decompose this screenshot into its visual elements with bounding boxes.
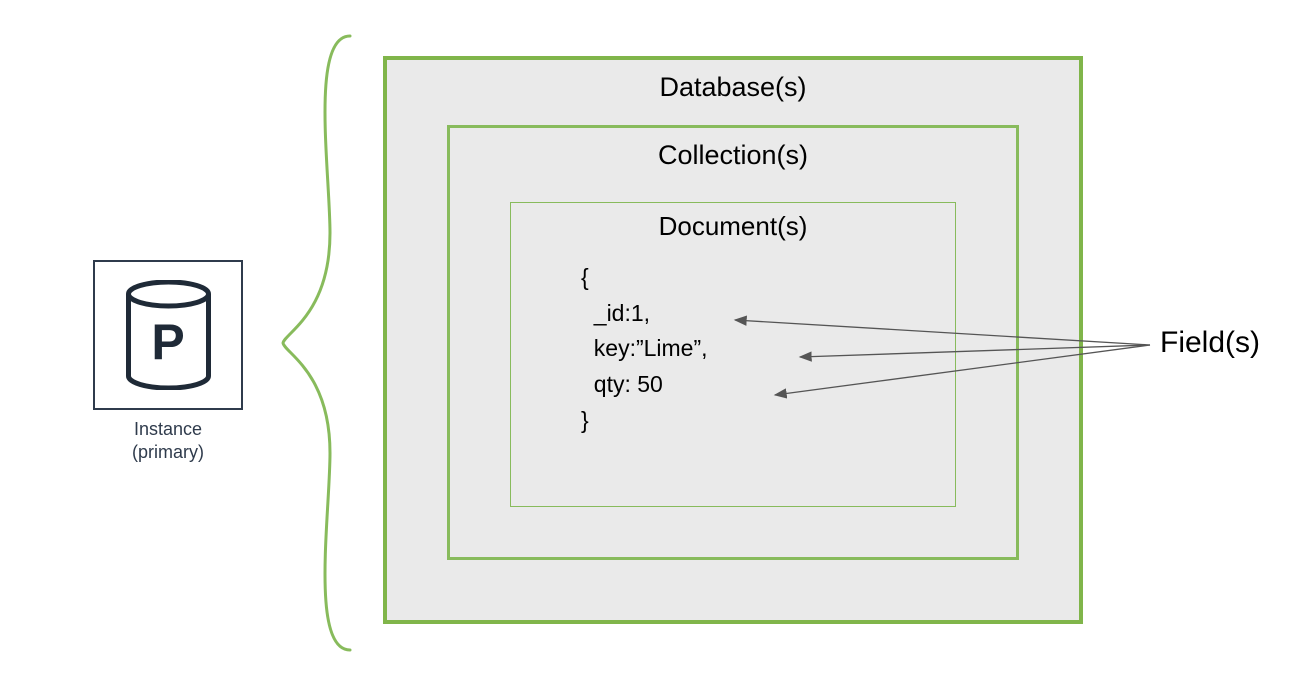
database-cylinder-icon: P <box>121 280 216 390</box>
document-content: { _id:1, key:”Lime”, qty: 50 } <box>581 260 955 438</box>
document-label: Document(s) <box>511 211 955 242</box>
document-box: Document(s) { _id:1, key:”Lime”, qty: 50… <box>510 202 956 507</box>
doc-field-qty: qty: 50 <box>581 367 955 403</box>
database-box: Database(s) Collection(s) Document(s) { … <box>383 56 1083 624</box>
instance-box: P <box>93 260 243 410</box>
instance-caption: Instance (primary) <box>93 418 243 463</box>
instance-letter: P <box>151 317 184 367</box>
doc-brace-close: } <box>581 403 955 439</box>
instance-caption-line1: Instance <box>134 419 202 439</box>
database-label: Database(s) <box>387 72 1079 103</box>
fields-label: Field(s) <box>1160 326 1260 360</box>
doc-field-key: key:”Lime”, <box>581 331 955 367</box>
brace-icon <box>275 33 365 653</box>
collection-label: Collection(s) <box>450 140 1016 171</box>
collection-box: Collection(s) Document(s) { _id:1, key:”… <box>447 125 1019 560</box>
instance-caption-line2: (primary) <box>132 442 204 462</box>
instance-block: P Instance (primary) <box>93 260 243 463</box>
doc-field-id: _id:1, <box>581 296 955 332</box>
doc-brace-open: { <box>581 260 955 296</box>
